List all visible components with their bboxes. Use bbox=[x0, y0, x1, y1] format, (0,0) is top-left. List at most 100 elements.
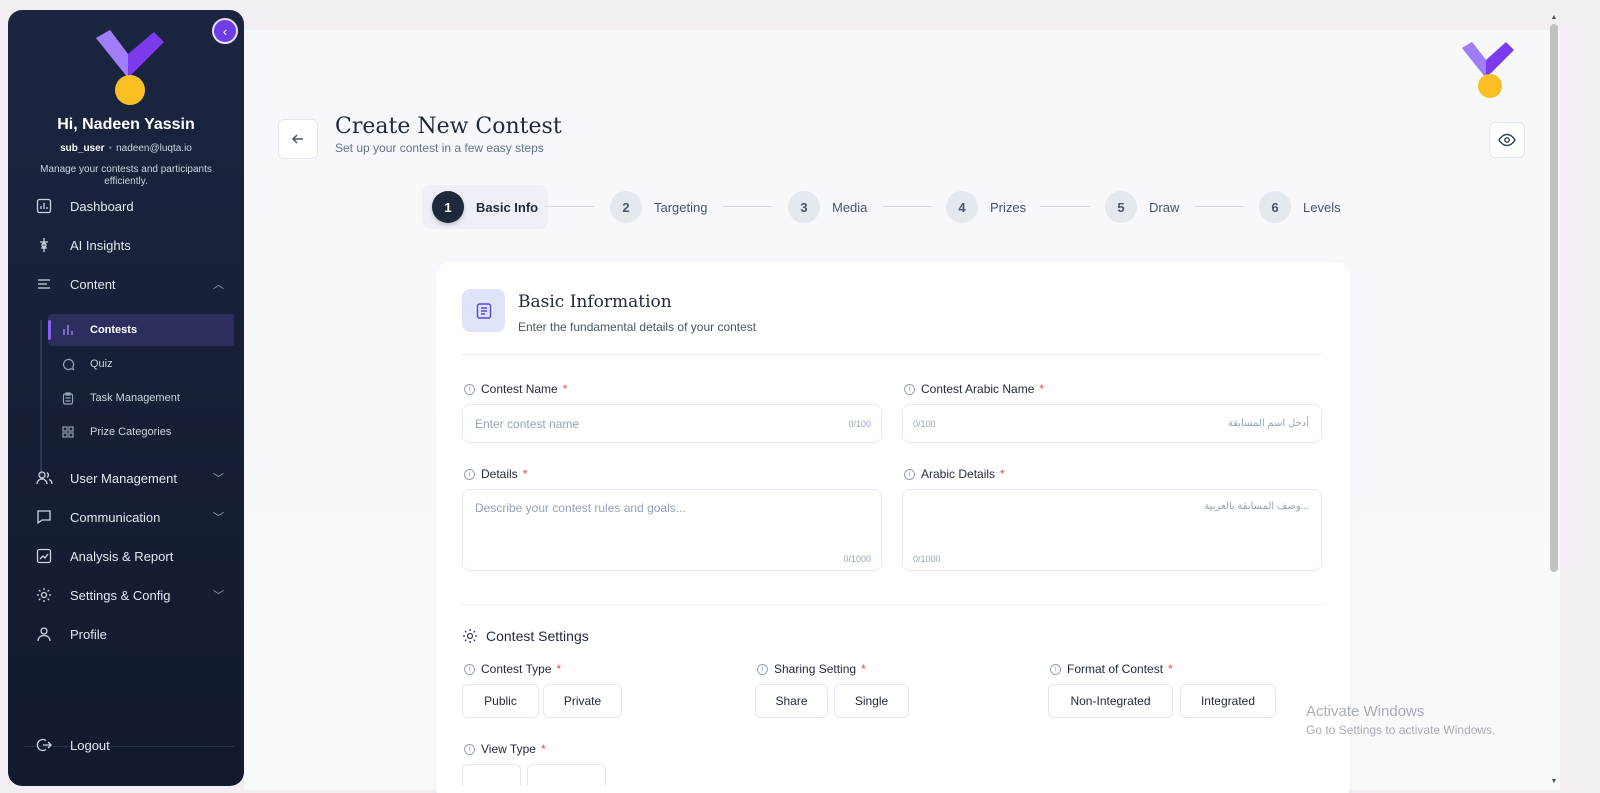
sidebar-subitem-label: Task Management bbox=[90, 392, 180, 404]
format-non-integrated-option[interactable]: Non-Integrated bbox=[1048, 684, 1173, 718]
step-targeting[interactable]: 2 Targeting bbox=[610, 190, 707, 224]
contest-settings-title: Contest Settings bbox=[462, 628, 589, 644]
page-title: Create New Contest bbox=[335, 114, 562, 139]
sharing-single-option[interactable]: Single bbox=[834, 684, 909, 718]
contest-type-label: i Contest Type * bbox=[464, 662, 561, 676]
required-mark: * bbox=[522, 467, 528, 481]
sidebar-subitem-label: Quiz bbox=[90, 358, 113, 370]
back-button[interactable] bbox=[278, 119, 318, 159]
step-connector bbox=[882, 206, 932, 207]
sidebar-subitem-contests[interactable]: Contests bbox=[48, 314, 234, 346]
main-content: Create New Contest Set up your contest i… bbox=[244, 30, 1560, 793]
view-type-option[interactable] bbox=[527, 764, 606, 786]
scrollbar-thumb[interactable] bbox=[1550, 24, 1558, 572]
info-icon: i bbox=[904, 468, 915, 480]
contest-type-private-option[interactable]: Private bbox=[543, 684, 622, 718]
info-icon: i bbox=[464, 383, 475, 395]
sidebar-subitem-task-management[interactable]: Task Management bbox=[48, 382, 234, 414]
step-label: Basic Info bbox=[476, 199, 539, 215]
step-draw[interactable]: 5 Draw bbox=[1105, 190, 1179, 224]
sidebar-item-ai-insights[interactable]: AI Insights bbox=[24, 231, 234, 259]
sharing-setting-label: i Sharing Setting * bbox=[757, 662, 866, 676]
gear-icon bbox=[34, 585, 54, 605]
required-mark: * bbox=[1168, 662, 1173, 676]
step-label: Media bbox=[832, 199, 868, 215]
analytics-icon bbox=[34, 546, 54, 566]
format-integrated-option[interactable]: Integrated bbox=[1180, 684, 1276, 718]
arrow-left-icon bbox=[291, 134, 303, 144]
chevron-down-icon: ﹀ bbox=[213, 590, 224, 602]
gear-icon bbox=[463, 629, 477, 643]
step-levels[interactable]: 6 Levels bbox=[1259, 190, 1341, 224]
step-label: Targeting bbox=[654, 199, 708, 215]
bar-chart-icon bbox=[60, 322, 76, 338]
preview-button[interactable] bbox=[1489, 122, 1525, 158]
clipboard-icon bbox=[60, 390, 76, 406]
required-mark: * bbox=[540, 742, 546, 756]
card-subtitle: Enter the fundamental details of your co… bbox=[518, 320, 757, 334]
sidebar-item-content[interactable]: Content ︿ bbox=[24, 270, 234, 298]
info-icon: i bbox=[757, 663, 768, 675]
sidebar-item-label: Analysis & Report bbox=[70, 548, 174, 564]
sidebar-item-analysis-report[interactable]: Analysis & Report bbox=[24, 542, 234, 570]
sharing-share-option[interactable]: Share bbox=[755, 684, 828, 718]
sidebar-item-dashboard[interactable]: Dashboard bbox=[24, 192, 234, 220]
contest-name-placeholder: Enter contest name bbox=[475, 416, 580, 431]
scroll-up-arrow-icon[interactable]: ▲ bbox=[1549, 12, 1559, 22]
step-connector bbox=[1040, 206, 1090, 207]
sidebar-collapse-button[interactable]: ‹ bbox=[212, 18, 238, 44]
arabic-details-placeholder: وصف المسابقة بالعربية... bbox=[1204, 501, 1309, 512]
message-icon bbox=[34, 507, 54, 527]
char-counter: 0/1000 bbox=[913, 554, 941, 564]
contest-arabic-name-placeholder: أدخل اسم المسابقة bbox=[1227, 418, 1309, 429]
user-email: nadeen@luqta.io bbox=[116, 143, 192, 154]
sidebar-description: Manage your contests and participants ef… bbox=[40, 164, 212, 187]
logout-label: Logout bbox=[70, 737, 110, 753]
chevron-down-icon: ﹀ bbox=[213, 512, 224, 524]
submenu-line bbox=[40, 320, 42, 478]
step-label: Prizes bbox=[990, 199, 1027, 215]
sidebar-item-settings-config[interactable]: Settings & Config ﹀ bbox=[24, 581, 234, 609]
contest-name-label: i Contest Name * bbox=[464, 382, 567, 396]
contest-name-input[interactable]: Enter contest name 0/100 bbox=[462, 404, 882, 443]
sidebar-item-user-management[interactable]: User Management ﹀ bbox=[24, 464, 234, 492]
contest-arabic-name-label: i Contest Arabic Name * bbox=[904, 382, 1044, 396]
view-type-option[interactable] bbox=[462, 764, 521, 786]
ai-insights-icon bbox=[34, 235, 54, 255]
sidebar-item-profile[interactable]: Profile bbox=[24, 620, 234, 648]
sidebar-item-communication[interactable]: Communication ﹀ bbox=[24, 503, 234, 531]
scroll-down-arrow-icon[interactable]: ▼ bbox=[1549, 776, 1559, 786]
step-basic-info[interactable]: 1 Basic Info bbox=[422, 185, 549, 229]
chevron-up-icon: ︿ bbox=[213, 279, 224, 291]
sidebar-subitem-quiz[interactable]: Quiz bbox=[48, 348, 234, 380]
info-icon: i bbox=[464, 663, 475, 675]
details-textarea[interactable]: Describe your contest rules and goals...… bbox=[462, 489, 882, 571]
sidebar-item-label: AI Insights bbox=[70, 237, 131, 253]
logout-button[interactable]: Logout bbox=[24, 731, 234, 759]
view-type-label: i View Type * bbox=[464, 742, 546, 756]
arabic-details-textarea[interactable]: وصف المسابقة بالعربية... 0/1000 bbox=[902, 489, 1322, 571]
page-subtitle: Set up your contest in a few easy steps bbox=[335, 141, 544, 155]
contest-arabic-name-input[interactable]: 0/100 أدخل اسم المسابقة bbox=[902, 404, 1322, 443]
sidebar: ‹ Hi, Nadeen Yassin sub_user • nadeen@luqt… bbox=[8, 10, 244, 786]
info-icon: i bbox=[464, 468, 475, 480]
basic-information-card: Basic Information Enter the fundamental … bbox=[436, 262, 1350, 793]
sidebar-subitem-label: Prize Categories bbox=[90, 426, 172, 438]
separator-dot: • bbox=[108, 143, 113, 154]
sidebar-item-label: Dashboard bbox=[70, 198, 134, 214]
contest-type-public-option[interactable]: Public bbox=[462, 684, 539, 718]
step-prizes[interactable]: 4 Prizes bbox=[946, 190, 1026, 224]
required-mark: * bbox=[562, 382, 568, 396]
divider bbox=[462, 604, 1324, 605]
details-label: i Details * bbox=[464, 467, 527, 481]
sidebar-item-label: Settings & Config bbox=[70, 587, 171, 603]
info-icon: i bbox=[1050, 663, 1061, 675]
step-media[interactable]: 3 Media bbox=[788, 190, 867, 224]
card-title: Basic Information bbox=[518, 292, 672, 312]
required-mark: * bbox=[1039, 382, 1045, 396]
step-number: 2 bbox=[610, 191, 642, 223]
format-label: i Format of Contest * bbox=[1050, 662, 1173, 676]
eye-icon bbox=[1498, 133, 1516, 147]
sidebar-subitem-prize-categories[interactable]: Prize Categories bbox=[48, 416, 234, 448]
required-mark: * bbox=[1000, 467, 1005, 481]
